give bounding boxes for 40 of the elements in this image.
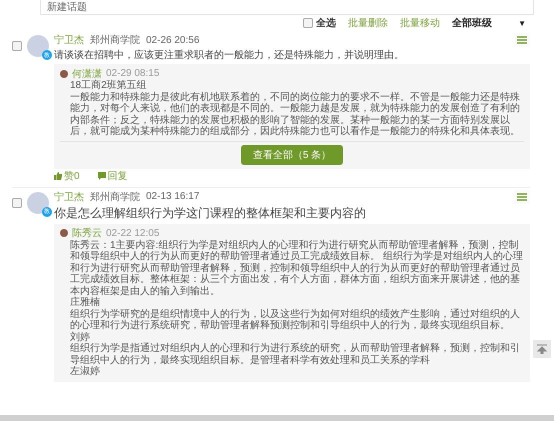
menu-icon[interactable] [514,190,530,204]
back-to-top-icon[interactable] [533,340,551,358]
reply-text: 组织行为学是指通过对组织内人的心理和行为进行系统的研究，从而帮助管理者解释，预测，控制和引导组织中人的行为，最终实现组织目标。是管理者科学有效处理和员工关系的学科 [70,343,521,366]
reply-author[interactable]: 陈秀云 [72,226,102,240]
reply-text: 18工商2班第五组 [70,80,148,92]
reply-text: 一般能力和特殊能力是彼此有机地联系着的，不同的岗位能力的要求不一样。不管是一般能力还是特殊能力，对每个人来说，他们的表现都是不同的。一般能力越是发展，就为特殊能力的发展创造了有利的内部条件；反之，特殊能力的发展也积极的影响了智能的发展。某种一般能力的某一方面特别发展以后，就可能成为某种特殊能力的组成部分，因此特殊能力也可以看作是一般能力的特殊化和具体表现。 [70,92,521,138]
reply-time: 02-22 12:05 [106,228,160,238]
horizontal-scrollbar[interactable] [0,415,554,421]
author-name[interactable]: 宁卫杰 [54,33,84,47]
select-all-checkbox[interactable] [303,18,314,28]
post-text: 你是怎么理解组织行为学这门课程的整体框架和主要内容的 [54,204,367,222]
select-all-label: 全选 [316,16,336,30]
batch-action-link[interactable]: 批量删除 [348,16,388,30]
post-time: 02-13 16:17 [146,191,200,202]
new-topic-field[interactable]: 新建话题 [40,0,534,15]
reply-text: 组织行为学研究的是组织情境中人的行为，以及这些行为如何对组织的绩效产生影响，通过对组织的人的心理和行为进行系统研究，帮助管理者解释预测控制和引导组织中人的行为，最终实现组织目标。 [70,308,521,332]
reply-button[interactable]: 回复 [98,168,128,182]
caret-icon[interactable]: ▼ [518,18,526,28]
reply-text: 陈秀云：1主要内容:组织行为学是对组织内人的心理和行为进行研究从而帮助管理者解释，预测，控制和领导组织中人的行为从而更好的帮助管理者通过员工完成绩效目标。 组织行为学是对组织内人的心理和行为进行研究从而帮助管理者解释，预测，控制和领导组织中人的行为从而更好的帮助管理者通过员工完成绩效目标。整体框架：从三个方面出发，有个人方面，群体方面，组织方面来开展讲述，他的基本内容框架是由人的输入到输出。 [70,240,524,296]
menu-icon[interactable] [514,33,530,47]
batch-action-link[interactable]: 批量移动 [400,16,440,30]
post-time: 02-26 20:56 [146,34,200,46]
post-checkbox[interactable] [12,198,22,208]
school-name: 郑州商学院 [90,34,140,47]
comment-icon [98,172,106,180]
school-name: 郑州商学院 [90,190,140,204]
reply-text: 庄雅楠 [70,297,101,308]
post-text: 请谈谈在招聘中，应该更注重求职者的一般能力，还是特殊能力，并说明理由。 [54,48,405,62]
class-filter-dropdown[interactable]: 全部班级 [452,16,492,30]
user-avatar-icon [60,229,68,237]
thumbs-up-icon [54,172,62,180]
reply-text: 左淑婷 [70,366,101,378]
reply-time: 02-29 08:15 [106,68,160,79]
user-avatar-icon [60,70,68,78]
author-name[interactable]: 宁卫杰 [54,190,84,204]
reply-text: 刘婷 [70,332,91,343]
reply-author[interactable]: 何潇潇 [72,66,102,80]
post-checkbox[interactable] [12,41,22,51]
view-all-button[interactable]: 查看全部（5 条） [240,144,344,164]
like-button[interactable]: 赞0 [54,168,80,182]
